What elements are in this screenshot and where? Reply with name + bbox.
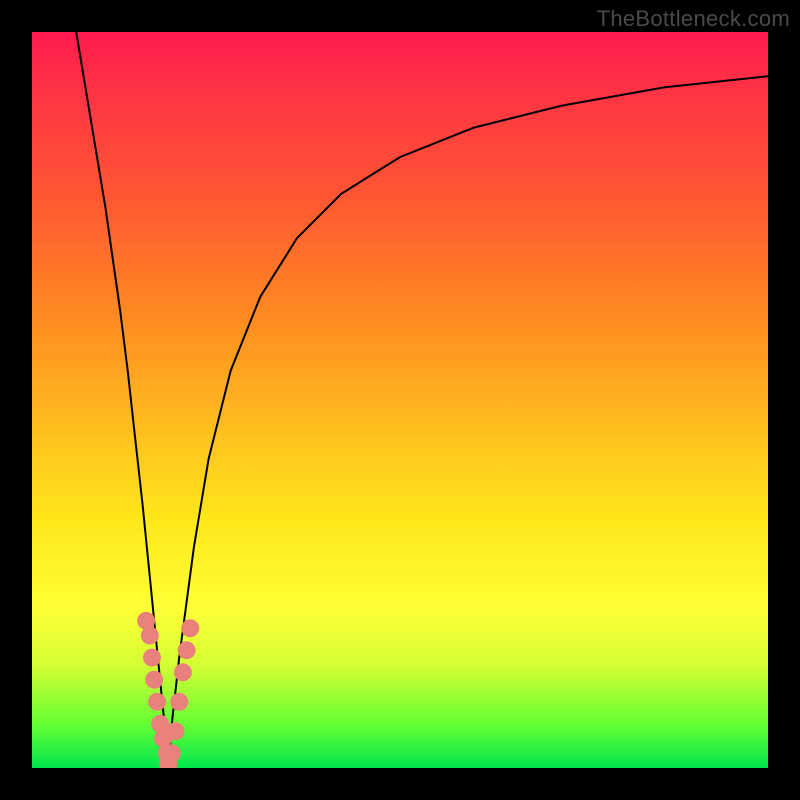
data-marker xyxy=(167,722,185,740)
data-marker xyxy=(143,649,161,667)
data-marker xyxy=(148,693,166,711)
data-marker xyxy=(170,693,188,711)
chart-frame: TheBottleneck.com xyxy=(0,0,800,800)
curves-svg xyxy=(32,32,768,768)
curve-right-branch xyxy=(168,76,768,768)
plot-area xyxy=(32,32,768,768)
watermark-text: TheBottleneck.com xyxy=(597,6,790,32)
data-marker xyxy=(141,627,159,645)
data-marker xyxy=(181,619,199,637)
data-marker xyxy=(145,671,163,689)
data-marker xyxy=(174,663,192,681)
data-marker xyxy=(163,744,181,762)
data-marker xyxy=(178,641,196,659)
